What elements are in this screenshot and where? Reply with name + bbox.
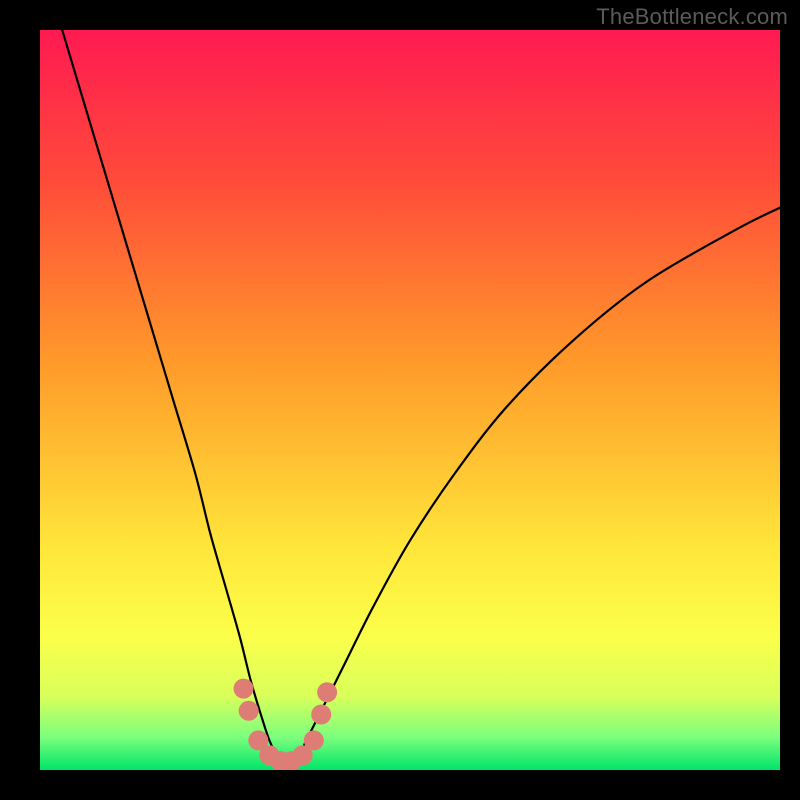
curve-markers: [234, 679, 338, 770]
curve-layer: [40, 30, 780, 770]
plot-area: [40, 30, 780, 770]
curve-marker: [234, 679, 254, 699]
curve-marker: [317, 682, 337, 702]
curve-marker: [239, 701, 259, 721]
curve-marker: [311, 705, 331, 725]
chart-frame: TheBottleneck.com: [0, 0, 800, 800]
curve-marker: [304, 730, 324, 750]
watermark-text: TheBottleneck.com: [596, 4, 788, 30]
bottleneck-curve: [62, 30, 780, 764]
